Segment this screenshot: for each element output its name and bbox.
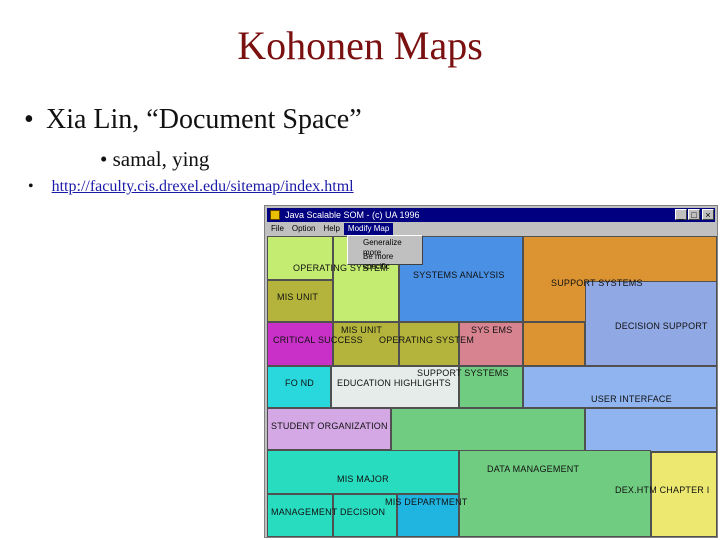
- label-mis-unit-2: MIS UNIT: [341, 325, 383, 335]
- minimize-button[interactable]: _: [675, 209, 687, 220]
- label-fo-nd: FO ND: [285, 378, 314, 388]
- region-support-systems-lower[interactable]: [523, 322, 585, 366]
- region-operating-system-a[interactable]: [267, 236, 333, 280]
- label-dexhtm-chapter: DEX.HTM CHAPTER I: [615, 485, 710, 495]
- menu-bar: File Option Help Modify Map: [267, 223, 715, 235]
- som-map: OPERATING SYSTEM SYSTEMS ANALYSIS SUPPOR…: [267, 236, 717, 537]
- som-window: Java Scalable SOM - (c) UA 1996 _ □ × Fi…: [264, 205, 718, 538]
- menu-option[interactable]: Option: [288, 223, 320, 235]
- label-decision-support: DECISION SUPPORT: [615, 321, 708, 331]
- label-critical-success: CRITICAL SUCCESS: [273, 335, 363, 345]
- menu-item-generalize-more[interactable]: Generalize more: [348, 236, 422, 257]
- label-mis-department: MIS DEPARTMENT: [385, 497, 468, 507]
- region-user-interface-b[interactable]: [585, 408, 717, 452]
- label-education-highlights: EDUCATION HIGHLIGHTS: [337, 378, 451, 388]
- label-student-organization: STUDENT ORGANIZATION: [271, 421, 388, 431]
- modify-map-dropdown: Generalize more Be more specific: [347, 235, 423, 271]
- menu-item-be-more-specific[interactable]: Be more specific: [348, 250, 422, 271]
- maximize-button[interactable]: □: [688, 209, 700, 220]
- region-mis-major[interactable]: [267, 450, 459, 494]
- label-support-systems-top: SUPPORT SYSTEMS: [551, 278, 643, 288]
- menu-help[interactable]: Help: [319, 223, 343, 235]
- menu-file[interactable]: File: [267, 223, 288, 235]
- label-data-management: DATA MANAGEMENT: [487, 464, 580, 474]
- java-app-icon: [270, 210, 280, 220]
- bullet-xia-lin: • Xia Lin, “Document Space”: [24, 104, 362, 135]
- label-operating-system-2: OPERATING SYSTEM: [379, 335, 475, 345]
- close-button[interactable]: ×: [702, 209, 714, 220]
- label-user-interface: USER INTERFACE: [591, 394, 672, 404]
- window-title: Java Scalable SOM - (c) UA 1996: [285, 210, 420, 220]
- slide-title: Kohonen Maps: [237, 23, 483, 68]
- label-sys-ems: SYS EMS: [471, 325, 513, 335]
- label-systems-analysis: SYSTEMS ANALYSIS: [413, 270, 505, 280]
- menu-modify-map[interactable]: Modify Map: [343, 223, 394, 235]
- region-data-management-a[interactable]: [391, 408, 585, 452]
- label-management-decision: MANAGEMENT DECISION: [271, 507, 386, 517]
- bullet-link: • http://faculty.cis.drexel.edu/sitemap/i…: [28, 178, 354, 195]
- label-mis-major: MIS MAJOR: [337, 474, 389, 484]
- label-support-systems-mid: SUPPORT SYSTEMS: [417, 368, 509, 378]
- sitemap-link[interactable]: http://faculty.cis.drexel.edu/sitemap/in…: [52, 178, 354, 195]
- window-titlebar[interactable]: Java Scalable SOM - (c) UA 1996 _ □ ×: [267, 208, 715, 222]
- bullet-samal-ying: • samal, ying: [100, 147, 210, 171]
- label-mis-unit-1: MIS UNIT: [277, 292, 319, 302]
